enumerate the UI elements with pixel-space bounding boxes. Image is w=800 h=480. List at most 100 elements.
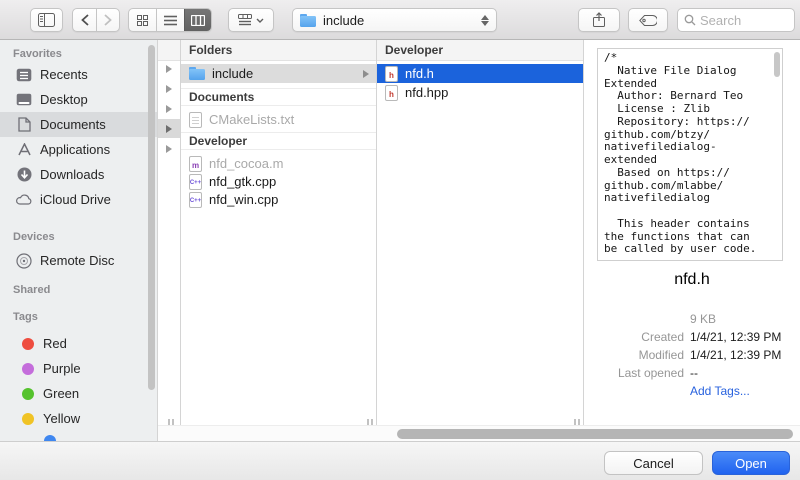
file-name: nfd.h — [405, 66, 434, 81]
back-button[interactable] — [73, 9, 96, 31]
toolbar: include — [0, 0, 800, 40]
meta-label: Modified — [584, 348, 684, 366]
disclosure-arrow-icon — [166, 85, 172, 93]
tag-button[interactable] — [628, 8, 668, 32]
meta-row-modified: Modified 1/4/21, 12:39 PM — [584, 348, 794, 366]
file-row-nfd-win[interactable]: C++ nfd_win.cpp — [181, 190, 376, 209]
list-view-button[interactable] — [156, 9, 183, 31]
icon-view-button[interactable] — [129, 9, 156, 31]
disclosure-arrow-icon — [166, 105, 172, 113]
meta-value: 1/4/21, 12:39 PM — [690, 330, 781, 348]
strip-row[interactable] — [158, 59, 180, 78]
sidebar-item-label: Documents — [40, 117, 106, 132]
disclosure-arrow-icon — [363, 70, 369, 78]
search-field[interactable] — [677, 8, 795, 32]
sidebar-scrollbar[interactable] — [148, 45, 155, 390]
tag-dot-yellow-icon — [22, 413, 34, 425]
search-icon — [684, 14, 696, 26]
meta-value: 1/4/21, 12:39 PM — [690, 348, 781, 366]
sidebar-item-label: Downloads — [40, 167, 104, 182]
forward-button[interactable] — [96, 9, 119, 31]
cpp-file-icon: C++ — [189, 174, 202, 190]
icloud-icon — [15, 191, 33, 209]
sidebar-item-label: Desktop — [40, 92, 88, 107]
meta-value: -- — [690, 366, 698, 384]
column-view-icon — [191, 15, 205, 26]
file-row-include[interactable]: include — [181, 64, 376, 83]
disclosure-arrow-icon — [166, 65, 172, 73]
tag-dot-purple-icon — [22, 363, 34, 375]
file-row-nfd-hpp[interactable]: h nfd.hpp — [377, 83, 583, 102]
sidebar-item-icloud-drive[interactable]: iCloud Drive — [0, 187, 157, 212]
path-popup-button[interactable]: include — [292, 8, 497, 32]
meta-label: Last opened — [584, 366, 684, 384]
sidebar-item-recents[interactable]: Recents — [0, 62, 157, 87]
arrange-button[interactable] — [228, 8, 274, 32]
share-button[interactable] — [578, 8, 620, 32]
preview-file-title: nfd.h — [584, 271, 800, 289]
sidebar-item-applications[interactable]: Applications — [0, 137, 157, 162]
strip-row-selected[interactable] — [158, 119, 180, 138]
documents-icon — [15, 116, 33, 134]
list-view-icon — [164, 15, 177, 26]
strip-row[interactable] — [158, 99, 180, 118]
sidebar-item-label: Yellow — [43, 411, 80, 426]
meta-label: Created — [584, 330, 684, 348]
cpp-file-icon: C++ — [189, 192, 202, 208]
sidebar-item-label: Remote Disc — [40, 253, 114, 268]
sidebar-item-desktop[interactable]: Desktop — [0, 87, 157, 112]
file-row-nfd-gtk[interactable]: C++ nfd_gtk.cpp — [181, 172, 376, 191]
dialog-footer: Cancel Open — [0, 441, 800, 480]
group-header-developer: Developer — [181, 132, 376, 150]
add-tags-link[interactable]: Add Tags... — [690, 384, 750, 402]
file-name: CMakeLists.txt — [209, 112, 294, 127]
sidebar-item-tag-green[interactable]: Green — [0, 381, 157, 406]
sidebar-item-label: Applications — [40, 142, 110, 157]
file-row-nfd-cocoa[interactable]: m nfd_cocoa.m — [181, 154, 376, 173]
column-header-folders: Folders — [181, 40, 376, 61]
sidebar-item-tag-yellow[interactable]: Yellow — [0, 406, 157, 431]
forward-icon — [104, 14, 112, 26]
file-name: include — [212, 66, 253, 81]
strip-row[interactable] — [158, 139, 180, 158]
share-icon — [592, 12, 606, 28]
cancel-button[interactable]: Cancel — [604, 451, 703, 475]
sidebar-item-tag-red[interactable]: Red — [0, 331, 157, 356]
file-name: nfd_cocoa.m — [209, 156, 283, 171]
header-file-icon: h — [385, 85, 398, 101]
nav-button-group — [72, 8, 120, 32]
meta-row-add-tags: Add Tags... — [584, 384, 794, 402]
horizontal-scrollbar-track[interactable] — [158, 425, 800, 441]
column-header-developer: Developer — [377, 40, 583, 61]
group-header-label: Developer — [189, 134, 247, 148]
strip-row[interactable] — [158, 79, 180, 98]
search-input[interactable] — [700, 13, 780, 28]
disclosure-arrow-icon — [166, 145, 172, 153]
sidebar-toggle-button[interactable] — [30, 8, 63, 32]
sidebar-item-label: Recents — [40, 67, 88, 82]
disclosure-arrow-icon — [166, 125, 172, 133]
file-size: 9 KB — [690, 312, 716, 330]
header-file-icon: h — [385, 66, 398, 82]
column-view-button[interactable] — [184, 9, 211, 31]
file-row-nfd-h-selected[interactable]: h nfd.h — [377, 64, 583, 83]
tag-dot-green-icon — [22, 388, 34, 400]
sidebar-item-downloads[interactable]: Downloads — [0, 162, 157, 187]
horizontal-scrollbar-thumb[interactable] — [397, 429, 793, 439]
desktop-icon — [15, 91, 33, 109]
sidebar-item-tag-purple[interactable]: Purple — [0, 356, 157, 381]
column-header-label: Folders — [189, 43, 232, 57]
open-button[interactable]: Open — [712, 451, 790, 475]
sidebar-section-favorites: Favorites — [13, 48, 62, 60]
strip-column-header — [158, 40, 180, 61]
sidebar-item-label: Purple — [43, 361, 81, 376]
preview-scrollbar[interactable] — [774, 52, 780, 77]
sidebar-item-remote-disc[interactable]: Remote Disc — [0, 248, 157, 273]
column-header-label: Developer — [385, 43, 443, 57]
sidebar-item-documents[interactable]: Documents — [0, 112, 157, 137]
downloads-icon — [15, 166, 33, 184]
view-mode-group — [128, 8, 212, 32]
sidebar-item-label: Green — [43, 386, 79, 401]
file-row-cmakelists[interactable]: CMakeLists.txt — [181, 110, 376, 129]
meta-row-size: 9 KB — [584, 312, 794, 330]
